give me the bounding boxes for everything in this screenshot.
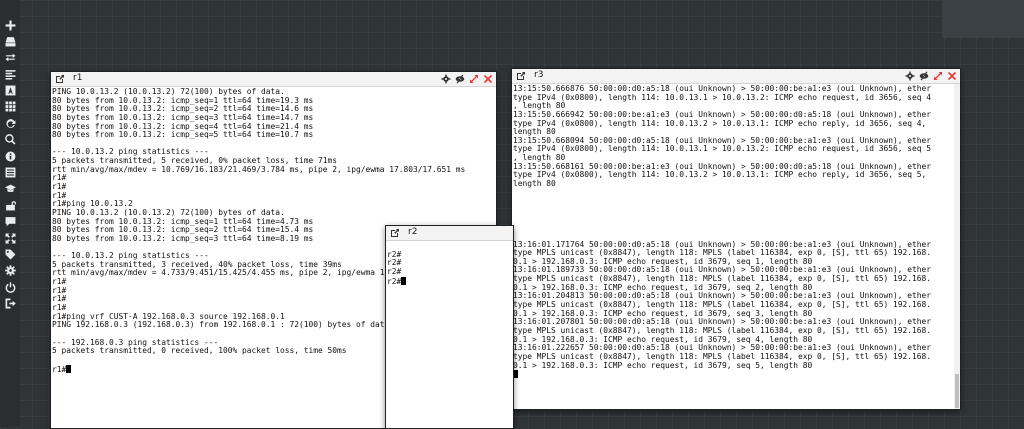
terminal-line: 80 bytes from 10.0.13.2: icmp_seq=5 ttl=… [52, 130, 314, 140]
cog-icon[interactable] [3, 264, 17, 278]
close-icon[interactable] [482, 73, 493, 84]
unlock-icon[interactable] [3, 198, 17, 212]
font-icon[interactable] [3, 84, 17, 98]
title-bar[interactable]: r2 [386, 226, 513, 241]
close-icon[interactable] [946, 70, 957, 81]
toolbar-sidebar [0, 0, 20, 427]
text-cursor [401, 276, 407, 285]
terminal-line: r2# [387, 266, 402, 276]
terminal-line: r1# [52, 182, 67, 192]
gear-icon[interactable] [440, 73, 451, 84]
plus-icon[interactable] [3, 18, 17, 32]
comment-icon[interactable] [3, 215, 17, 229]
terminal-line: r2# [387, 249, 402, 259]
exchange-icon[interactable] [3, 51, 17, 65]
hdd-icon[interactable] [3, 34, 17, 48]
terminal-line: r2# [387, 258, 402, 268]
list-icon[interactable] [3, 166, 17, 180]
graduation-cap-icon[interactable] [3, 182, 17, 196]
refresh-icon[interactable] [3, 116, 17, 130]
expand-icon[interactable] [3, 231, 17, 245]
external-link-icon[interactable] [54, 73, 65, 84]
power-icon[interactable] [3, 280, 17, 294]
window-title: r2 [408, 227, 418, 237]
external-link-icon[interactable] [515, 70, 526, 81]
terminal-line: 0.1 > 192.168.0.3: ICMP echo request, id… [513, 360, 813, 370]
title-bar[interactable]: r1 [51, 72, 496, 87]
external-link-icon[interactable] [389, 227, 400, 238]
terminal-line [513, 370, 960, 379]
info-icon[interactable] [3, 149, 17, 163]
terminal-line: type IPv4 (0x0800), length 114: 10.0.13.… [513, 92, 932, 102]
terminal-line: rtt min/avg/max/mdev = 10.769/16.183/21.… [52, 164, 466, 174]
th-icon[interactable] [3, 100, 17, 114]
window-title: r3 [534, 70, 544, 80]
zoom-in-icon[interactable] [3, 133, 17, 147]
tag-icon[interactable] [3, 247, 17, 261]
gear-icon[interactable] [904, 70, 915, 81]
window-title: r1 [73, 73, 83, 83]
align-left-icon[interactable] [3, 67, 17, 81]
resize-icon[interactable] [932, 70, 943, 81]
terminal-line: r1# [52, 173, 67, 183]
eye-slash-icon[interactable] [454, 73, 465, 84]
terminal-output[interactable]: 13:15:50.666876 50:00:00:d0:a5:18 (oui U… [512, 84, 960, 409]
text-cursor [66, 364, 72, 373]
terminal-line: type IPv4 (0x0800), length 114: 10.0.13.… [513, 170, 927, 180]
terminal-output[interactable]: r2# r2# r2# r2# [386, 241, 513, 428]
title-bar[interactable]: r3 [512, 69, 960, 84]
terminal-line: type IPv4 (0x0800), length 114: 10.0.13.… [513, 144, 932, 154]
terminal-window-r3[interactable]: r3 13:15:50.666876 50:00:00:d0:a5:18 (ou… [511, 68, 961, 410]
eye-slash-icon[interactable] [918, 70, 929, 81]
resize-icon[interactable] [468, 73, 479, 84]
scrollbar[interactable] [954, 84, 960, 409]
terminal-line: type IPv4 (0x0800), length 114: 10.0.13.… [513, 118, 927, 128]
terminal-line: length 80 [513, 179, 556, 189]
terminal-window-r2[interactable]: r2 r2# r2# r2# r2# [385, 225, 514, 429]
sign-out-icon[interactable] [3, 297, 17, 311]
terminal-line: r2# [387, 276, 513, 285]
top-right-panel [942, 0, 1024, 38]
scrollbar-thumb[interactable] [955, 374, 959, 408]
